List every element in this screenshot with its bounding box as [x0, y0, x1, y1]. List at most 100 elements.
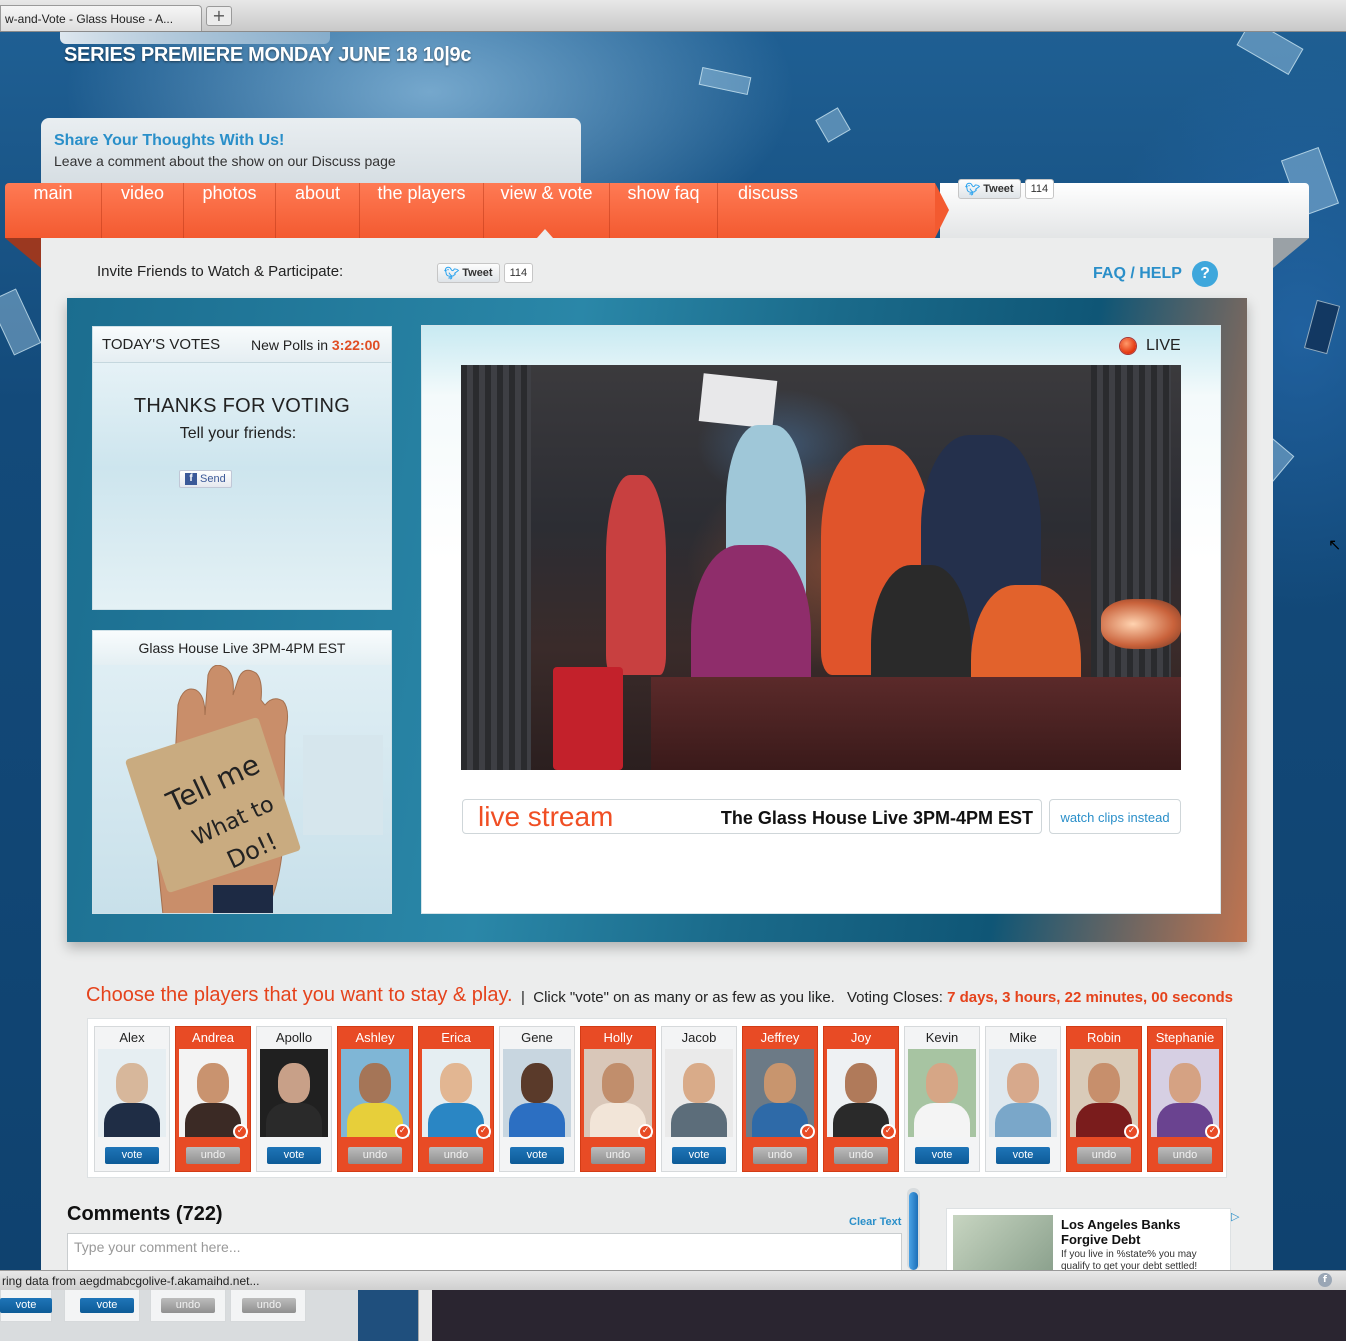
player-card-gene: Gene vote: [499, 1026, 575, 1172]
tweet-count: 114: [503, 263, 534, 283]
ad-title[interactable]: Los Angeles Banks Forgive Debt: [1061, 1217, 1221, 1247]
vote-button[interactable]: vote: [672, 1147, 726, 1164]
nav-active-caret: [537, 229, 553, 238]
player-name: Mike: [1009, 1030, 1037, 1045]
tweet-button[interactable]: 🐦︎ Tweet: [958, 179, 1021, 199]
facebook-send-button[interactable]: f Send: [179, 470, 232, 488]
instructions-text: Click "vote" on as many or as few as you…: [533, 989, 835, 1006]
new-tab-button[interactable]: +: [206, 6, 232, 26]
live-video[interactable]: [461, 365, 1181, 770]
undo-button[interactable]: undo: [591, 1147, 645, 1164]
nav-fold-left: [5, 238, 41, 268]
ad-choices-icon[interactable]: ▷: [1231, 1210, 1239, 1223]
vote-button[interactable]: vote: [996, 1147, 1050, 1164]
player-card-apollo: Apollo vote: [256, 1026, 332, 1172]
comments-scrollbar[interactable]: [907, 1188, 920, 1270]
undo-button[interactable]: undo: [161, 1298, 215, 1313]
player-name: Apollo: [275, 1030, 313, 1045]
todays-votes-panel: TODAY'S VOTES New Polls in 3:22:00 THANK…: [92, 326, 392, 610]
bottom-scrollbar[interactable]: [418, 1290, 432, 1341]
undo-button[interactable]: undo: [1077, 1147, 1131, 1164]
nav-item-photos[interactable]: photos: [184, 183, 276, 238]
nav-item-main[interactable]: main: [5, 183, 102, 238]
separator: |: [521, 989, 525, 1006]
tweet-button[interactable]: 🐦︎ Tweet: [437, 263, 500, 283]
player-name: Robin: [1087, 1030, 1121, 1045]
faq-help-link[interactable]: FAQ / HELP: [1093, 265, 1182, 283]
player-card-joy: Joy ✓ undo: [823, 1026, 899, 1172]
nav-item-show-faq[interactable]: show faq: [610, 183, 718, 238]
player-card-robin: Robin ✓ undo: [1066, 1026, 1142, 1172]
vote-button[interactable]: vote: [80, 1298, 134, 1313]
player-photo: [98, 1049, 166, 1137]
browser-status-bar: ring data from aegdmabcgolive-f.akamaihd…: [0, 1270, 1346, 1290]
player-name: Jacob: [681, 1030, 717, 1045]
undo-button[interactable]: undo: [834, 1147, 888, 1164]
undo-button[interactable]: undo: [429, 1147, 483, 1164]
player-card-andrea: Andrea ✓ undo: [175, 1026, 251, 1172]
countdown-value: 3:22:00: [331, 337, 381, 353]
mouse-cursor-icon: ↖: [1328, 535, 1342, 554]
live-label: LIVE: [1146, 337, 1181, 354]
live-indicator-icon: [1120, 338, 1136, 354]
undo-button[interactable]: undo: [186, 1147, 240, 1164]
main-nav: main video photos about the players view…: [5, 183, 949, 238]
player-card-ashley: Ashley ✓ undo: [337, 1026, 413, 1172]
nav-item-about[interactable]: about: [276, 183, 360, 238]
tweet-widget-invite: 🐦︎ Tweet 114: [437, 263, 534, 283]
player-card-mike: Mike vote: [985, 1026, 1061, 1172]
premiere-banner: SERIES PREMIERE MONDAY JUNE 18 10|9c: [64, 44, 472, 66]
undo-button[interactable]: undo: [1158, 1147, 1212, 1164]
promo-title: Glass House Live 3PM-4PM EST: [93, 631, 391, 665]
vote-button[interactable]: vote: [915, 1147, 969, 1164]
voting-heading: Choose the players that you want to stay…: [86, 984, 513, 1006]
voted-check-icon: ✓: [881, 1124, 896, 1139]
clear-text-link[interactable]: Clear Text: [849, 1216, 901, 1228]
vote-button[interactable]: vote: [0, 1298, 52, 1313]
player-name: Ashley: [355, 1030, 395, 1045]
help-question-icon[interactable]: ?: [1192, 261, 1218, 287]
stream-info-bar: live stream The Glass House Live 3PM-4PM…: [462, 799, 1042, 834]
player-name: Erica: [441, 1030, 471, 1045]
nav-fold-right: [1273, 238, 1309, 268]
ad-banner[interactable]: Los Angeles Banks Forgive Debt If you li…: [946, 1208, 1231, 1272]
scrollbar-thumb[interactable]: [909, 1192, 918, 1270]
ad-body: If you live in %state% you may qualify t…: [1061, 1249, 1198, 1272]
player-name: Gene: [521, 1030, 553, 1045]
stream-title: The Glass House Live 3PM-4PM EST: [720, 808, 1033, 828]
player-name: Jeffrey: [760, 1030, 800, 1045]
nav-item-video[interactable]: video: [102, 183, 184, 238]
undo-button[interactable]: undo: [348, 1147, 402, 1164]
vote-button[interactable]: vote: [267, 1147, 321, 1164]
todays-votes-title: TODAY'S VOTES: [102, 336, 221, 353]
tweet-label: Tweet: [462, 267, 493, 279]
share-heading[interactable]: Share Your Thoughts With Us!: [54, 132, 568, 150]
nav-item-discuss[interactable]: discuss: [718, 183, 818, 238]
player-name: Stephanie: [1155, 1030, 1215, 1045]
player-card-erica: Erica ✓ undo: [418, 1026, 494, 1172]
new-polls-countdown: New Polls in 3:22:00: [251, 337, 380, 353]
share-thoughts-box[interactable]: Share Your Thoughts With Us! Leave a com…: [41, 118, 581, 188]
undo-button[interactable]: undo: [753, 1147, 807, 1164]
glass-house-live-promo[interactable]: Glass House Live 3PM-4PM EST Tell me Wha…: [92, 630, 392, 914]
comment-input[interactable]: Type your comment here...: [67, 1233, 902, 1273]
browser-tab-bar: w-and-Vote - Glass House - A... +: [0, 0, 1346, 32]
share-subtext: Leave a comment about the show on our Di…: [54, 153, 396, 169]
send-label: Send: [200, 473, 226, 485]
player-name: Andrea: [192, 1030, 234, 1045]
closes-label: Voting Closes:: [847, 989, 943, 1006]
player-card-alex: Alex vote: [94, 1026, 170, 1172]
nav-item-the-players[interactable]: the players: [360, 183, 484, 238]
comments-heading: Comments (722): [67, 1203, 223, 1225]
browser-tab[interactable]: w-and-Vote - Glass House - A...: [0, 5, 202, 31]
player-name: Alex: [119, 1030, 145, 1045]
vote-button[interactable]: vote: [510, 1147, 564, 1164]
player-card-holly: Holly ✓ undo: [580, 1026, 656, 1172]
watch-clips-button[interactable]: watch clips instead: [1049, 799, 1181, 834]
undo-button[interactable]: undo: [242, 1298, 296, 1313]
player-card-stephanie: Stephanie ✓ undo: [1147, 1026, 1223, 1172]
player-photo: [989, 1049, 1057, 1137]
vote-button[interactable]: vote: [105, 1147, 159, 1164]
voted-check-icon: ✓: [476, 1124, 491, 1139]
bottom-blue-panel: [358, 1290, 418, 1341]
